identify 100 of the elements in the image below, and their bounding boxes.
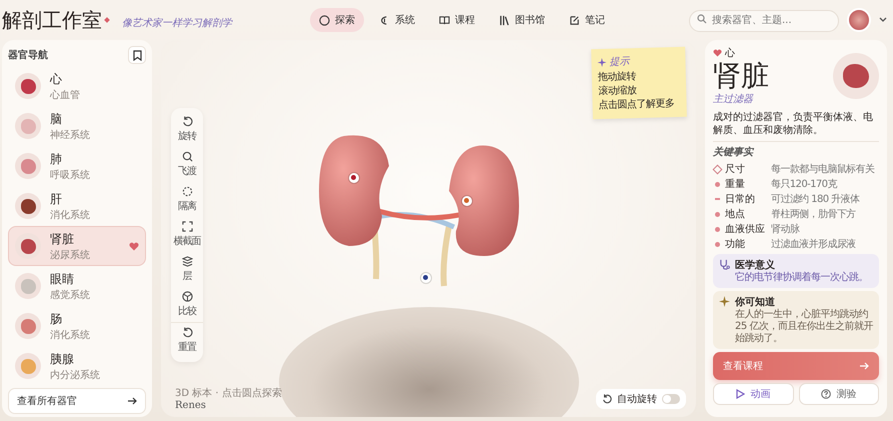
tagline: 像艺术家一样学习解剖学 bbox=[122, 16, 232, 30]
organ-thumbnail bbox=[15, 313, 41, 339]
nav-tab[interactable]: 系统 bbox=[370, 8, 424, 32]
fact-label: 地点 bbox=[725, 208, 746, 221]
layers-icon bbox=[182, 256, 192, 267]
stethoscope-icon bbox=[719, 259, 730, 270]
fact-label: 血液供应 bbox=[725, 222, 766, 236]
breadcrumb: 心 bbox=[725, 46, 735, 60]
fact-label: 尺寸 bbox=[725, 162, 746, 176]
organ-thumbnail bbox=[833, 53, 879, 99]
nav-icon bbox=[499, 14, 510, 26]
organ-item[interactable]: 心 心血管 bbox=[8, 66, 146, 106]
tool-button[interactable]: 层 bbox=[171, 252, 203, 287]
heart-icon[interactable] bbox=[129, 242, 139, 250]
organ-system: 心血管 bbox=[50, 88, 81, 102]
quiz-button[interactable]: 测验 bbox=[798, 383, 879, 405]
caret-icon[interactable] bbox=[879, 17, 887, 23]
bookmark-button[interactable] bbox=[128, 46, 146, 64]
play-icon bbox=[736, 389, 746, 399]
fact-value: 可过滤约 180 升液体 bbox=[771, 192, 860, 206]
organ-item[interactable]: 肺 呼吸系统 bbox=[8, 146, 146, 186]
organ-system: 消化系统 bbox=[50, 328, 91, 342]
organ-name: 肾脏 bbox=[50, 230, 75, 248]
fact-value: 脊柱两侧，肋骨下方 bbox=[771, 208, 856, 221]
latin-name: Renes bbox=[175, 400, 207, 411]
fact-label: 重量 bbox=[725, 178, 746, 191]
auto-rotate-toggle[interactable] bbox=[662, 394, 680, 404]
organ-subtitle: 主过滤器 bbox=[713, 92, 754, 106]
organ-thumbnail bbox=[15, 233, 41, 259]
organ-system: 呼吸系统 bbox=[50, 168, 91, 182]
card-title: 医学意义 bbox=[735, 258, 776, 272]
search-icon bbox=[182, 151, 192, 162]
app-logo: 解剖工作室 bbox=[2, 6, 102, 34]
arrow-icon bbox=[860, 362, 869, 370]
organ-thumbnail bbox=[15, 153, 41, 179]
dashed-circle-icon bbox=[182, 186, 192, 197]
nav-tab[interactable]: 探索 bbox=[310, 8, 364, 32]
tool-button[interactable]: 旋转 bbox=[171, 112, 203, 147]
organ-name: 肺 bbox=[50, 150, 63, 168]
animation-button[interactable]: 动画 bbox=[713, 383, 794, 405]
organ-system: 神经系统 bbox=[50, 128, 91, 142]
cube-icon bbox=[182, 291, 192, 302]
help-icon bbox=[821, 389, 832, 399]
fact-value: 每只120-170克 bbox=[771, 178, 837, 191]
organ-thumbnail bbox=[15, 193, 41, 219]
organ-description: 成对的过滤器官，负责平衡体液、电解质、血压和废物清除。 bbox=[713, 111, 879, 142]
arrow-icon bbox=[128, 397, 137, 405]
card-title: 你可知道 bbox=[735, 296, 776, 308]
panel-title: 器官导航 bbox=[8, 48, 48, 62]
rotate-icon bbox=[182, 116, 192, 127]
nav-tab[interactable]: 图书馆 bbox=[490, 8, 554, 32]
heart-icon bbox=[713, 49, 722, 57]
nav-icon bbox=[439, 14, 450, 26]
nav-tab[interactable]: 课程 bbox=[430, 8, 484, 32]
rotate-icon bbox=[602, 394, 612, 404]
organ-name: 肠 bbox=[50, 310, 63, 328]
organ-name: 眼睛 bbox=[50, 270, 75, 288]
crop-frame-icon bbox=[182, 221, 192, 232]
organ-name: 心 bbox=[50, 70, 63, 88]
user-avatar[interactable] bbox=[847, 8, 871, 32]
fact-value: 肾动脉 bbox=[771, 222, 800, 236]
search-field[interactable]: 搜索器官、主题... bbox=[689, 10, 839, 32]
note-text: 滚动缩放 bbox=[598, 84, 638, 99]
organ-item[interactable]: 脑 神经系统 bbox=[8, 106, 146, 146]
organ-item[interactable]: 肝 消化系统 bbox=[8, 186, 146, 226]
organ-thumbnail bbox=[15, 353, 41, 379]
fact-value: 过滤血液并形成尿液 bbox=[771, 238, 856, 251]
tool-button[interactable]: 比较 bbox=[171, 287, 203, 322]
fact-value: 每一款都与电脑鼠标有关 bbox=[771, 162, 874, 176]
organ-item[interactable]: 胰腺 内分泌系统 bbox=[8, 346, 146, 386]
tool-button[interactable]: 横截面 bbox=[171, 217, 203, 252]
organ-name: 脑 bbox=[50, 110, 63, 128]
organ-title: 肾脏 bbox=[713, 60, 769, 92]
nav-icon bbox=[569, 14, 580, 26]
section-title: 关键事实 bbox=[713, 145, 755, 159]
organ-item[interactable]: 肾脏 泌尿系统 bbox=[8, 226, 146, 266]
card-text: 它的电节律协调着每一次心跳。 bbox=[735, 272, 868, 284]
organ-name: 肝 bbox=[50, 190, 63, 208]
auto-rotate-label: 自动旋转 bbox=[617, 392, 657, 406]
tool-button[interactable]: 重置 bbox=[171, 322, 203, 358]
bookmark-icon bbox=[132, 50, 142, 60]
organ-item[interactable]: 眼睛 感觉系统 bbox=[8, 266, 146, 306]
organ-system: 内分泌系统 bbox=[50, 368, 101, 382]
organ-system: 泌尿系统 bbox=[50, 248, 91, 262]
organ-name: 胰腺 bbox=[50, 350, 75, 368]
tool-button[interactable]: 隔离 bbox=[171, 182, 203, 217]
organ-system: 消化系统 bbox=[50, 208, 91, 222]
nav-tab[interactable]: 笔记 bbox=[560, 8, 614, 32]
card-text: 在人的一生中，心脏平均跳动约 25 亿次，而且在你出生之前就开始跳动了。 bbox=[735, 309, 873, 345]
organ-thumbnail bbox=[15, 73, 41, 99]
tool-button[interactable]: 飞渡 bbox=[171, 147, 203, 182]
view-all-button[interactable]: 查看所有器官 bbox=[8, 388, 146, 414]
organ-thumbnail bbox=[15, 113, 41, 139]
search-icon bbox=[697, 14, 707, 24]
fact-label: 日常的 bbox=[725, 192, 756, 206]
organ-item[interactable]: 肠 消化系统 bbox=[8, 306, 146, 346]
hotspot-marker[interactable] bbox=[420, 272, 430, 282]
note-text: 点击圆点了解更多 bbox=[598, 97, 676, 114]
fact-label: 功能 bbox=[725, 238, 746, 251]
reset-icon bbox=[182, 327, 192, 338]
